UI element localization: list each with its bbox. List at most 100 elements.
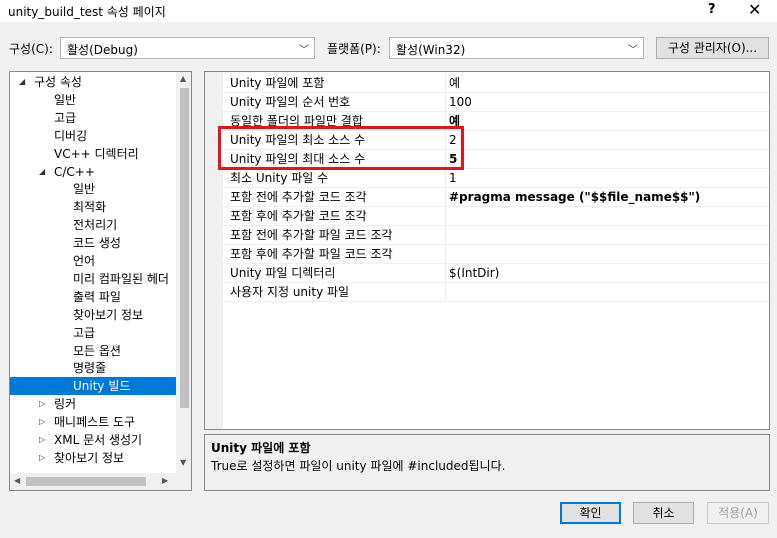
- property-grid[interactable]: Unity 파일에 포함 예 Unity 파일의 순서 번호 100 동일한 폴더의 파…: [204, 71, 770, 430]
- property-tree[interactable]: ◢ 구성 속성 일반 고급 디버깅 VC++ 디렉터리 ◢ C/C++ 일반 최적화 전처리기 코드 …: [9, 71, 192, 491]
- property-name: 사용자 지정 unity 파일: [230, 285, 350, 299]
- property-row[interactable]: 포함 후에 추가할 파일 코드 조각: [223, 245, 769, 264]
- property-value[interactable]: $(IntDir): [445, 264, 765, 283]
- description-text: True로 설정하면 파일이 unity 파일에 #included됩니다.: [211, 459, 506, 473]
- tree-item[interactable]: VC++ 디렉터리: [10, 145, 176, 163]
- property-row[interactable]: 포함 후에 추가할 코드 조각: [223, 207, 769, 226]
- property-value[interactable]: 예: [445, 74, 765, 93]
- tree-item-label: 코드 생성: [73, 236, 121, 251]
- property-name: Unity 파일의 순서 번호: [230, 95, 351, 109]
- tree-item-label: 링커: [54, 397, 77, 412]
- window-title: unity_build_test 속성 페이지: [8, 5, 166, 19]
- tree-item-label: C/C++: [54, 164, 95, 179]
- tree-item[interactable]: 출력 파일: [10, 288, 176, 306]
- property-value[interactable]: #pragma message ("$$file_name$$"): [445, 188, 765, 207]
- property-value[interactable]: 5: [445, 150, 765, 169]
- tree-item-label: 미리 컴파일된 헤더: [73, 271, 169, 286]
- property-value[interactable]: [445, 283, 765, 302]
- tree-item[interactable]: ▷ 링커: [10, 395, 176, 413]
- scroll-thumb[interactable]: [26, 477, 146, 486]
- tree-item-label: 출력 파일: [73, 289, 121, 304]
- tree-item[interactable]: 미리 컴파일된 헤더: [10, 270, 176, 288]
- tree-item-label: Unity 빌드: [73, 379, 131, 394]
- scroll-up-icon[interactable]: ▲: [180, 74, 186, 83]
- tree-item[interactable]: 디버깅: [10, 127, 176, 145]
- config-dropdown[interactable]: 활성(Debug) ﹀: [60, 37, 315, 59]
- property-value[interactable]: 100: [445, 93, 765, 112]
- tree-item[interactable]: 고급: [10, 109, 176, 127]
- tree-item[interactable]: 고급: [10, 324, 176, 342]
- tree-item-label: 고급: [73, 325, 96, 340]
- apply-button[interactable]: 적용(A): [707, 502, 769, 524]
- tree-vertical-scrollbar[interactable]: ▲ ▼: [176, 72, 191, 473]
- property-name: 포함 후에 추가할 파일 코드 조각: [230, 247, 393, 261]
- tree-item-label: 매니페스트 도구: [54, 415, 136, 430]
- scrollbar-corner: [176, 473, 191, 490]
- tree-item-label: 최적화: [73, 200, 107, 215]
- tree-item-label: 명령줄: [73, 361, 107, 376]
- property-name: 포함 전에 추가할 파일 코드 조각: [230, 228, 393, 242]
- tree-item[interactable]: ◢ C/C++: [10, 163, 176, 181]
- property-row[interactable]: 포함 전에 추가할 파일 코드 조각: [223, 226, 769, 245]
- property-row[interactable]: Unity 파일에 포함 예: [223, 74, 769, 93]
- collapsed-arrow-icon[interactable]: ▷: [39, 449, 45, 467]
- config-value: 활성(Debug): [67, 43, 138, 57]
- close-icon[interactable]: ✕: [748, 0, 761, 19]
- ok-button[interactable]: 확인: [560, 502, 621, 524]
- help-icon[interactable]: ?: [708, 2, 716, 17]
- tree-item[interactable]: 명령줄: [10, 359, 176, 377]
- tree-item[interactable]: 일반: [10, 180, 176, 198]
- property-value[interactable]: 2: [445, 131, 765, 150]
- tree-item[interactable]: Unity 빌드: [10, 377, 176, 396]
- property-row[interactable]: 최소 Unity 파일 수 1: [223, 169, 769, 188]
- tree-item[interactable]: ◢ 구성 속성: [10, 73, 176, 91]
- property-name: Unity 파일 디렉터리: [230, 266, 336, 280]
- tree-item-label: 디버깅: [54, 128, 88, 143]
- annotation-highlight-box: [218, 126, 464, 170]
- property-row[interactable]: 포함 전에 추가할 코드 조각 #pragma message ("$$file_…: [223, 188, 769, 207]
- cancel-button[interactable]: 취소: [633, 502, 694, 524]
- property-value[interactable]: 예: [445, 112, 765, 131]
- description-title: Unity 파일에 포함: [211, 441, 311, 455]
- property-value[interactable]: 1: [445, 169, 765, 188]
- expanded-arrow-icon[interactable]: ◢: [19, 73, 25, 91]
- platform-dropdown[interactable]: 활성(Win32) ﹀: [389, 37, 644, 59]
- collapsed-arrow-icon[interactable]: ▷: [39, 395, 45, 413]
- scroll-right-icon[interactable]: ▶: [162, 476, 168, 485]
- tree-item[interactable]: ▷ 매니페스트 도구: [10, 413, 176, 431]
- config-manager-button[interactable]: 구성 관리자(O)...: [656, 37, 769, 59]
- tree-horizontal-scrollbar[interactable]: ◀ ▶: [10, 473, 176, 490]
- scroll-down-icon[interactable]: ▼: [180, 458, 186, 467]
- scroll-thumb[interactable]: [180, 88, 189, 408]
- chevron-down-icon: ﹀: [628, 45, 638, 56]
- property-value[interactable]: [445, 207, 765, 226]
- property-name: Unity 파일에 포함: [230, 76, 325, 90]
- platform-value: 활성(Win32): [396, 43, 466, 57]
- tree-item[interactable]: 모든 옵션: [10, 342, 176, 360]
- expanded-arrow-icon[interactable]: ◢: [39, 163, 45, 181]
- tree-item-label: 구성 속성: [34, 75, 82, 89]
- tree-item[interactable]: 찾아보기 정보: [10, 306, 176, 324]
- property-row[interactable]: Unity 파일의 순서 번호 100: [223, 93, 769, 112]
- tree-item-label: 일반: [73, 182, 96, 197]
- tree-item[interactable]: ▷ XML 문서 생성기: [10, 431, 176, 449]
- tree-item[interactable]: 전처리기: [10, 216, 176, 234]
- property-value[interactable]: [445, 245, 765, 264]
- tree-item[interactable]: 언어: [10, 252, 176, 270]
- title-bar: unity_build_test 속성 페이지 ? ✕: [0, 0, 777, 22]
- scroll-left-icon[interactable]: ◀: [14, 476, 20, 485]
- chevron-down-icon: ﹀: [299, 45, 309, 56]
- collapsed-arrow-icon[interactable]: ▷: [39, 413, 45, 431]
- property-value[interactable]: [445, 226, 765, 245]
- tree-item[interactable]: 일반: [10, 91, 176, 109]
- collapsed-arrow-icon[interactable]: ▷: [39, 431, 45, 449]
- tree-item-label: 전처리기: [73, 218, 118, 233]
- property-name: 최소 Unity 파일 수: [230, 171, 329, 185]
- tree-item[interactable]: ▷ 찾아보기 정보: [10, 449, 176, 467]
- tree-item-label: 언어: [73, 254, 96, 268]
- property-row[interactable]: 사용자 지정 unity 파일: [223, 283, 769, 302]
- tree-item-label: 모든 옵션: [73, 343, 121, 358]
- property-row[interactable]: Unity 파일 디렉터리 $(IntDir): [223, 264, 769, 283]
- tree-item[interactable]: 최적화: [10, 198, 176, 216]
- tree-item[interactable]: 코드 생성: [10, 234, 176, 252]
